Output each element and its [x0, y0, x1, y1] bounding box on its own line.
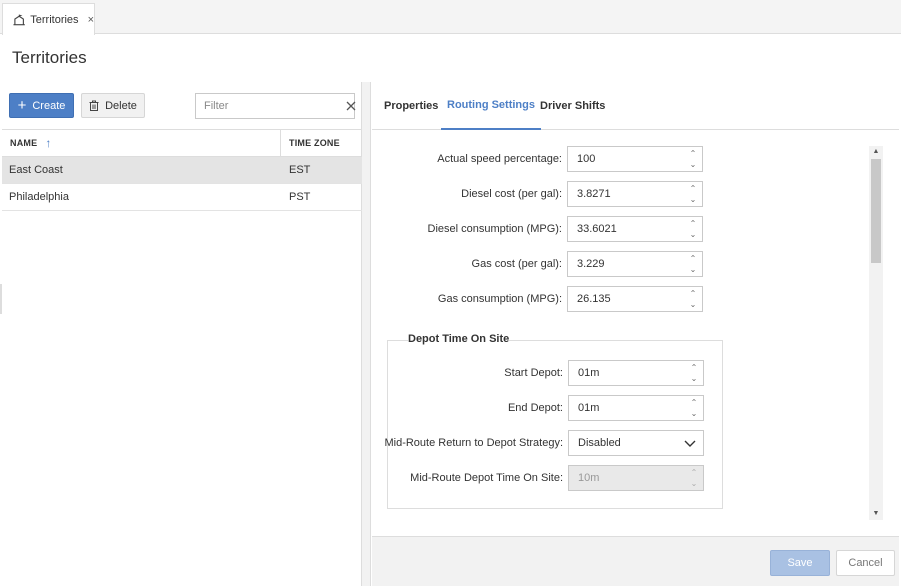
cell-name: East Coast	[9, 164, 63, 176]
spin-up-icon[interactable]: ⌃	[690, 219, 697, 228]
grid-header: NAME ↑ TIME ZONE	[2, 129, 362, 157]
delete-button-label: Delete	[105, 99, 137, 112]
column-header-time-zone[interactable]: TIME ZONE	[281, 130, 362, 156]
diesel-cost-field: Diesel cost (per gal): 3.8271 ⌃ ⌄	[372, 181, 703, 207]
document-tab-label: Territories	[30, 13, 79, 26]
column-header-name[interactable]: NAME ↑	[2, 130, 281, 156]
midroute-depot-time-input: 10m ⌃ ⌄	[568, 465, 704, 491]
tab-routing-settings[interactable]: Routing Settings	[441, 82, 541, 130]
scroll-up-icon[interactable]: ▲	[869, 146, 883, 158]
field-label: Diesel consumption (MPG):	[427, 223, 563, 235]
trash-icon	[89, 100, 99, 111]
scrollbar-thumb[interactable]	[871, 159, 881, 263]
territory-detail-pane: Properties Routing Settings Driver Shift…	[372, 82, 899, 586]
pane-splitter[interactable]	[362, 82, 371, 586]
filter-box	[195, 93, 356, 119]
spin-down-icon[interactable]: ⌄	[690, 195, 697, 204]
field-label: Gas consumption (MPG):	[437, 293, 562, 305]
close-tab-icon[interactable]: ×	[88, 14, 94, 26]
page-title: Territories	[12, 48, 87, 67]
actual-speed-field: Actual speed percentage: 100 ⌃ ⌄	[372, 146, 703, 172]
filter-input[interactable]	[196, 100, 346, 112]
field-label: Mid-Route Depot Time On Site:	[410, 472, 563, 484]
field-label: End Depot:	[507, 402, 563, 414]
tab-driver-shifts[interactable]: Driver Shifts	[540, 82, 605, 130]
save-button[interactable]: Save	[770, 550, 830, 576]
field-label: Actual speed percentage:	[437, 153, 562, 165]
delete-button[interactable]: Delete	[81, 93, 145, 118]
cell-time-zone: PST	[289, 191, 311, 203]
spin-up-icon: ⌃	[690, 468, 698, 477]
table-row[interactable]: Philadelphia PST	[2, 184, 362, 211]
gas-cost-field: Gas cost (per gal): 3.229 ⌃ ⌄	[372, 251, 703, 277]
spin-up-icon[interactable]: ⌃	[690, 289, 697, 298]
end-depot-input[interactable]: 01m ⌃ ⌄	[568, 395, 704, 421]
spin-up-icon[interactable]: ⌃	[690, 149, 697, 158]
clear-filter-icon[interactable]	[346, 98, 356, 114]
plus-icon: +	[17, 97, 27, 114]
create-button-label: Create	[32, 99, 66, 112]
chevron-down-icon	[684, 440, 696, 447]
detail-tabs: Properties Routing Settings Driver Shift…	[372, 82, 899, 130]
spin-down-icon[interactable]: ⌄	[691, 409, 698, 418]
spin-up-icon[interactable]: ⌃	[691, 363, 698, 372]
create-button[interactable]: + Create	[9, 93, 74, 118]
start-depot-input[interactable]: 01m ⌃ ⌄	[568, 360, 704, 386]
sort-ascending-icon: ↑	[45, 136, 52, 150]
field-label: Diesel cost (per gal):	[461, 188, 562, 200]
actual-speed-input[interactable]: 100 ⌃ ⌄	[567, 146, 703, 172]
gas-consumption-field: Gas consumption (MPG): 26.135 ⌃ ⌄	[372, 286, 703, 312]
diesel-consumption-input[interactable]: 33.6021 ⌃ ⌄	[567, 216, 703, 242]
territory-grid: NAME ↑ TIME ZONE East Coast EST Philadel…	[2, 129, 362, 211]
territory-list-pane: + Create Delete NAME ↑ TIME ZONE East Co…	[2, 82, 362, 586]
spin-down-icon[interactable]: ⌄	[690, 160, 697, 169]
diesel-cost-input[interactable]: 3.8271 ⌃ ⌄	[567, 181, 703, 207]
cancel-button[interactable]: Cancel	[836, 550, 895, 576]
field-label: Gas cost (per gal):	[471, 258, 562, 270]
spin-down-icon[interactable]: ⌄	[690, 265, 697, 274]
midroute-depot-time-field: Mid-Route Depot Time On Site: 10m ⌃ ⌄	[372, 465, 704, 491]
depot-section-title: Depot Time On Site	[408, 333, 510, 345]
gas-consumption-input[interactable]: 26.135 ⌃ ⌄	[567, 286, 703, 312]
document-tab-strip: Territories ×	[0, 0, 901, 35]
spin-down-icon[interactable]: ⌄	[690, 230, 697, 239]
cell-time-zone: EST	[289, 164, 311, 176]
cell-name: Philadelphia	[9, 191, 69, 203]
territory-icon	[13, 13, 25, 25]
field-label: Start Depot:	[504, 367, 563, 379]
spin-up-icon[interactable]: ⌃	[690, 184, 697, 193]
spin-up-icon[interactable]: ⌃	[690, 254, 697, 263]
spin-down-icon[interactable]: ⌄	[691, 374, 698, 383]
diesel-consumption-field: Diesel consumption (MPG): 33.6021 ⌃ ⌄	[372, 216, 703, 242]
document-tab-territories[interactable]: Territories ×	[2, 3, 95, 35]
form-footer: Save Cancel	[372, 536, 899, 586]
start-depot-field: Start Depot: 01m ⌃ ⌄	[372, 360, 704, 386]
spin-down-icon[interactable]: ⌄	[690, 300, 697, 309]
spin-up-icon[interactable]: ⌃	[691, 398, 698, 407]
form-scrollbar[interactable]: ▲ ▼	[869, 146, 883, 520]
end-depot-field: End Depot: 01m ⌃ ⌄	[372, 395, 704, 421]
gas-cost-input[interactable]: 3.229 ⌃ ⌄	[567, 251, 703, 277]
spin-down-icon: ⌄	[690, 479, 698, 488]
scroll-down-icon[interactable]: ▼	[869, 508, 883, 520]
return-strategy-field: Mid-Route Return to Depot Strategy: Disa…	[372, 430, 704, 456]
tab-properties[interactable]: Properties	[384, 82, 438, 130]
table-row[interactable]: East Coast EST	[2, 157, 362, 184]
return-strategy-select[interactable]: Disabled	[568, 430, 704, 456]
field-label: Mid-Route Return to Depot Strategy:	[384, 437, 563, 449]
